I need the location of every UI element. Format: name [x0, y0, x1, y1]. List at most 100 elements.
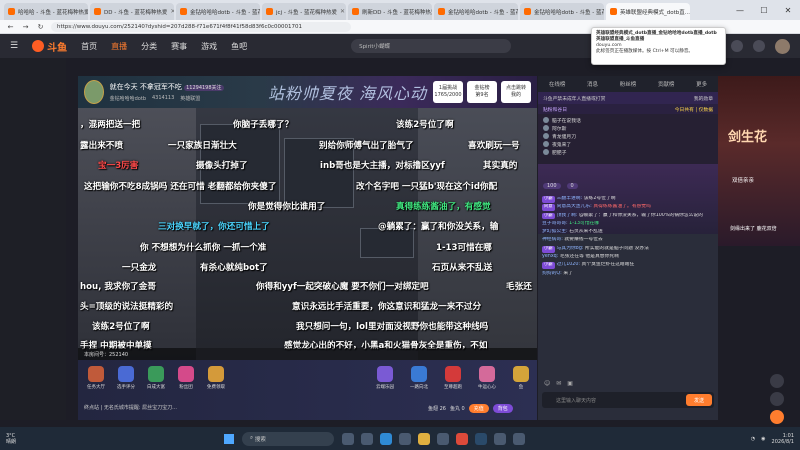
counter-badge[interactable]: 100 — [543, 183, 561, 189]
close-tab-icon[interactable]: ✕ — [340, 8, 345, 15]
app-icon[interactable] — [513, 432, 525, 445]
close-tab-icon[interactable]: ✕ — [170, 8, 174, 15]
room-category[interactable]: 英雄联盟 — [180, 95, 200, 102]
douyu-float-icon[interactable] — [770, 410, 784, 424]
tab-online[interactable]: 在线榜 — [549, 80, 566, 88]
douyu-logo[interactable]: 斗鱼 — [32, 39, 67, 54]
send-button[interactable]: 发送 — [686, 394, 712, 406]
nav-live[interactable]: 直播 — [111, 41, 127, 52]
charge-button[interactable]: 充值 — [468, 404, 489, 413]
clock[interactable]: 1:01 2026/8/1 — [772, 433, 794, 445]
volume-icon[interactable]: ◉ — [761, 436, 765, 442]
activity-rating[interactable]: 选手评分 — [114, 366, 138, 390]
streamer-avatar[interactable] — [84, 80, 104, 104]
danmu-comment: 该练2号位了啊 — [396, 120, 454, 130]
nav-yuba[interactable]: 鱼吧 — [231, 41, 247, 52]
gift-item[interactable]: 云端乐园 — [372, 366, 398, 390]
rank-item[interactable]: 青龙偃月刀 — [543, 132, 713, 140]
rank-item[interactable]: 阿尔斯 — [543, 124, 713, 132]
chat-message[interactable]: 梦幻狐公主: 石页从来不乱送 — [542, 229, 714, 236]
steam-icon[interactable] — [475, 432, 487, 445]
chat-message[interactable]: 小霸 三翻丰进啊: 该练2号位了啊 — [542, 196, 714, 203]
promo-banner[interactable]: 剑生花 双倍亲亲 剑缘出来了 鹿花双倍 — [718, 76, 800, 246]
chat-message[interactable]: 神经病哥: 就要赚钱一号位去 — [542, 237, 714, 244]
chat-input[interactable]: 这里输入聊天内容 发送 — [542, 392, 714, 408]
nav-category[interactable]: 分类 — [141, 41, 157, 52]
video-player[interactable]: ，混两把送一把 你脑子丢哪了？ 该练2号位了啊 露出来不喷 一只家族日渐壮大 别… — [78, 108, 537, 360]
windows-start-icon[interactable] — [224, 433, 234, 444]
streamer-name[interactable]: 金钻哈哈哈dotb — [110, 95, 146, 102]
gift-icon[interactable]: ✉ — [556, 380, 561, 387]
download-icon[interactable] — [731, 40, 743, 52]
search-input[interactable]: Spirit小蝴蝶 — [351, 39, 512, 53]
rank-badge[interactable]: 金钻榜 第9名 — [467, 81, 497, 103]
chat-message[interactable]: 小霸 过儿1020: 真个臭鱼烂虾在这瞎瞎狂 — [542, 262, 714, 270]
heart-gift-icon — [479, 366, 495, 382]
forward-icon[interactable]: → — [21, 23, 30, 31]
browser-tab[interactable]: 金钻哈哈哈dotb - 斗鱼 - 蓝花梅种热爱✕ — [434, 3, 518, 20]
app-icon[interactable] — [399, 432, 411, 445]
app-icon[interactable] — [361, 432, 373, 445]
challenge-badge[interactable]: 1届挑战 1765/2000 — [433, 81, 463, 103]
rank-item[interactable]: 肥肥子 — [543, 148, 713, 156]
gift-item[interactable]: 牛运心心 — [474, 366, 500, 390]
bag-button[interactable]: 背包 — [492, 404, 513, 413]
message-icon[interactable] — [753, 40, 765, 52]
rank-item[interactable]: 夜鬼来了 — [543, 140, 713, 148]
browser-tab[interactable]: DD - 斗鱼 - 蓝花梅种热爱 ✕ — [90, 3, 174, 20]
taskbar-search[interactable]: ⌕ 搜索 — [242, 431, 334, 446]
activity-task-hall[interactable]: 任务大厅 — [84, 366, 108, 390]
chat-message[interactable]: 小霸 与其为你8g: 所实能的就是脑子问题 没办法 — [542, 245, 714, 253]
rank-item[interactable]: 脑子在说我话 — [543, 116, 713, 124]
app-icon[interactable] — [437, 432, 449, 445]
maximize-icon[interactable]: ☐ — [752, 0, 776, 20]
chat-message[interactable]: 小霸 顶我了啊: @躺累了：赢了和你没关系，输了你100%的锅你怎么说的 — [542, 212, 714, 220]
nav-games[interactable]: 游戏 — [201, 41, 217, 52]
nav-home[interactable]: 首页 — [81, 41, 97, 52]
browser-tab[interactable]: 哈哈哈 - 斗鱼 - 蓝花梅种热爱✕ — [4, 3, 88, 20]
chat-message[interactable]: yehxq: 毛张还在等 他是真想你死啊 — [542, 254, 714, 261]
explorer-icon[interactable] — [418, 432, 430, 445]
minimize-icon[interactable]: — — [728, 0, 752, 20]
activity-free[interactable]: 免费领取 — [204, 366, 228, 390]
user-avatar[interactable] — [775, 38, 790, 54]
url-field[interactable]: https://www.douyu.com/252140?dyshid=207d… — [51, 21, 351, 32]
gift-item[interactable]: 鱼 — [508, 366, 534, 390]
gift-item[interactable]: 至尊超跑 — [440, 366, 466, 390]
app-icon[interactable] — [342, 432, 354, 445]
activity-rich[interactable]: 白成大富 — [144, 366, 168, 390]
follow-count-badge[interactable]: 11294198关注 — [184, 85, 224, 91]
share-icon[interactable] — [770, 374, 784, 388]
tab-contrib[interactable]: 贡献榜 — [658, 80, 675, 88]
tab-messages[interactable]: 消息 — [587, 80, 598, 88]
app-icon[interactable] — [494, 432, 506, 445]
nav-events[interactable]: 赛事 — [171, 41, 187, 52]
browser-tab[interactable]: jcj - 斗鱼 - 蓝花梅种热爱 ✕ — [262, 3, 346, 20]
chat-bubble-icon[interactable] — [770, 392, 784, 406]
emoji-icon[interactable]: ☺ — [544, 380, 550, 387]
tab-fans[interactable]: 粉丝榜 — [620, 80, 637, 88]
activity-fans[interactable]: 粉丝团 — [174, 366, 198, 390]
menu-icon[interactable]: ☰ — [10, 41, 18, 51]
wifi-icon[interactable]: ◔ — [751, 436, 755, 442]
weather-widget[interactable]: 3°C 晴朗 — [6, 433, 46, 445]
browser-tab[interactable]: 金钻哈哈哈dotb - 斗鱼 - 蓝花梅种热爱✕ — [520, 3, 604, 20]
jump-badge[interactable]: 点击跳转 我的 — [501, 81, 531, 103]
reload-icon[interactable]: ↻ — [36, 23, 45, 31]
close-window-icon[interactable]: ✕ — [776, 0, 800, 20]
chat-message[interactable]: 狗狗的Q: 来了 — [542, 271, 714, 278]
edge-icon[interactable] — [380, 432, 392, 445]
my-medals-link[interactable]: 我的勋章 — [694, 95, 713, 102]
chat-message[interactable]: 豆子哥哥哥: 1-13可惜在哪 — [542, 221, 714, 228]
browser-tab-active[interactable]: 英雄联盟经典模式_dotb直...✕ — [606, 3, 690, 20]
browser-tab[interactable]: 金钻哈哈哈dotb - 斗鱼 - 蓝花梅种热爱✕ — [176, 3, 260, 20]
bag-icon[interactable]: ▣ — [567, 380, 573, 387]
back-icon[interactable]: ← — [6, 23, 15, 31]
tab-more[interactable]: 更多 — [696, 80, 707, 88]
search-icon: ⌕ — [250, 435, 254, 441]
counter-badge[interactable]: 0 — [566, 183, 578, 189]
chrome-icon[interactable] — [456, 432, 468, 445]
chat-message[interactable]: 同意 同意高大丞儿乐: 真得练练酱油了。有感觉吗 — [542, 204, 714, 212]
gift-item[interactable]: 一路向北 — [406, 366, 432, 390]
browser-tab[interactable]: 刷新DD - 斗鱼 - 蓝花梅种热爱✕ — [348, 3, 432, 20]
